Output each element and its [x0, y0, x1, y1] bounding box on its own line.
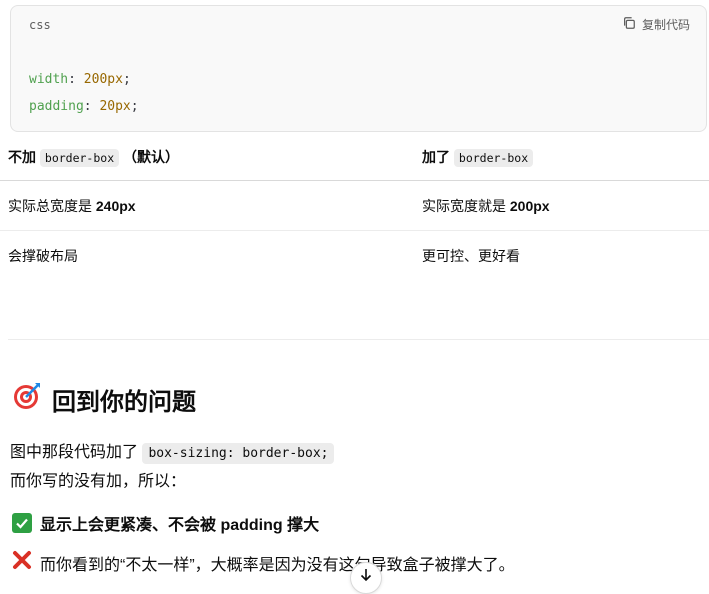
comparison-table: 不加 border-box （默认） 加了 border-box 实际总宽度是 …: [0, 134, 709, 280]
copy-icon: [622, 16, 636, 33]
arrow-down-icon: [358, 567, 374, 586]
table-row: 会撑破布局 更可控、更好看: [0, 231, 709, 281]
table-row: 实际总宽度是 240px 实际宽度就是 200px: [0, 180, 709, 231]
copy-code-button[interactable]: 复制代码: [622, 16, 690, 33]
list-item-text: 而你看到的“不太一样”，大概率是因为没有这句导致盒子被撑大了。: [40, 556, 515, 574]
table-cell: 实际总宽度是 240px: [0, 180, 414, 231]
list-item: 显示上会更紧凑、不会被 padding 撑大: [12, 511, 319, 535]
scroll-to-bottom-button[interactable]: [350, 562, 382, 594]
paragraph: 而你写的没有加，所以：: [10, 473, 187, 490]
copy-code-label: 复制代码: [641, 18, 690, 32]
list-item-text: 显示上会更紧凑、不会被 padding 撑大: [40, 517, 320, 534]
table-cell: 会撑破布局: [8, 247, 78, 264]
paragraph: 图中那段代码加了 box-sizing: border-box;: [10, 441, 335, 466]
section-divider: [8, 339, 709, 340]
code-language-label: css: [29, 18, 51, 32]
code-line: width: 200px;: [29, 72, 131, 87]
table-header-cell: 不加 border-box （默认）: [0, 134, 414, 181]
list-item: 而你看到的“不太一样”，大概率是因为没有这句导致盒子被撑大了。: [12, 550, 515, 575]
table-header-row: 不加 border-box （默认） 加了 border-box: [0, 134, 709, 181]
target-icon: [12, 381, 42, 418]
section-heading-text: 回到你的问题: [52, 389, 196, 416]
table-cell: 更可控、更好看: [422, 247, 520, 264]
table-header-cell: 加了 border-box: [414, 134, 709, 181]
cross-mark-icon: [12, 550, 32, 575]
inline-code: box-sizing: border-box;: [142, 443, 335, 464]
table-cell: 实际宽度就是 200px: [414, 180, 709, 231]
code-line: padding: 20px;: [29, 99, 139, 114]
check-mark-icon: [12, 513, 32, 533]
code-content: width: 200px; padding: 20px;: [29, 66, 139, 120]
section-heading: 回到你的问题: [12, 381, 196, 418]
code-block: css 复制代码 width: 200px; padding: 20px;: [10, 5, 707, 132]
